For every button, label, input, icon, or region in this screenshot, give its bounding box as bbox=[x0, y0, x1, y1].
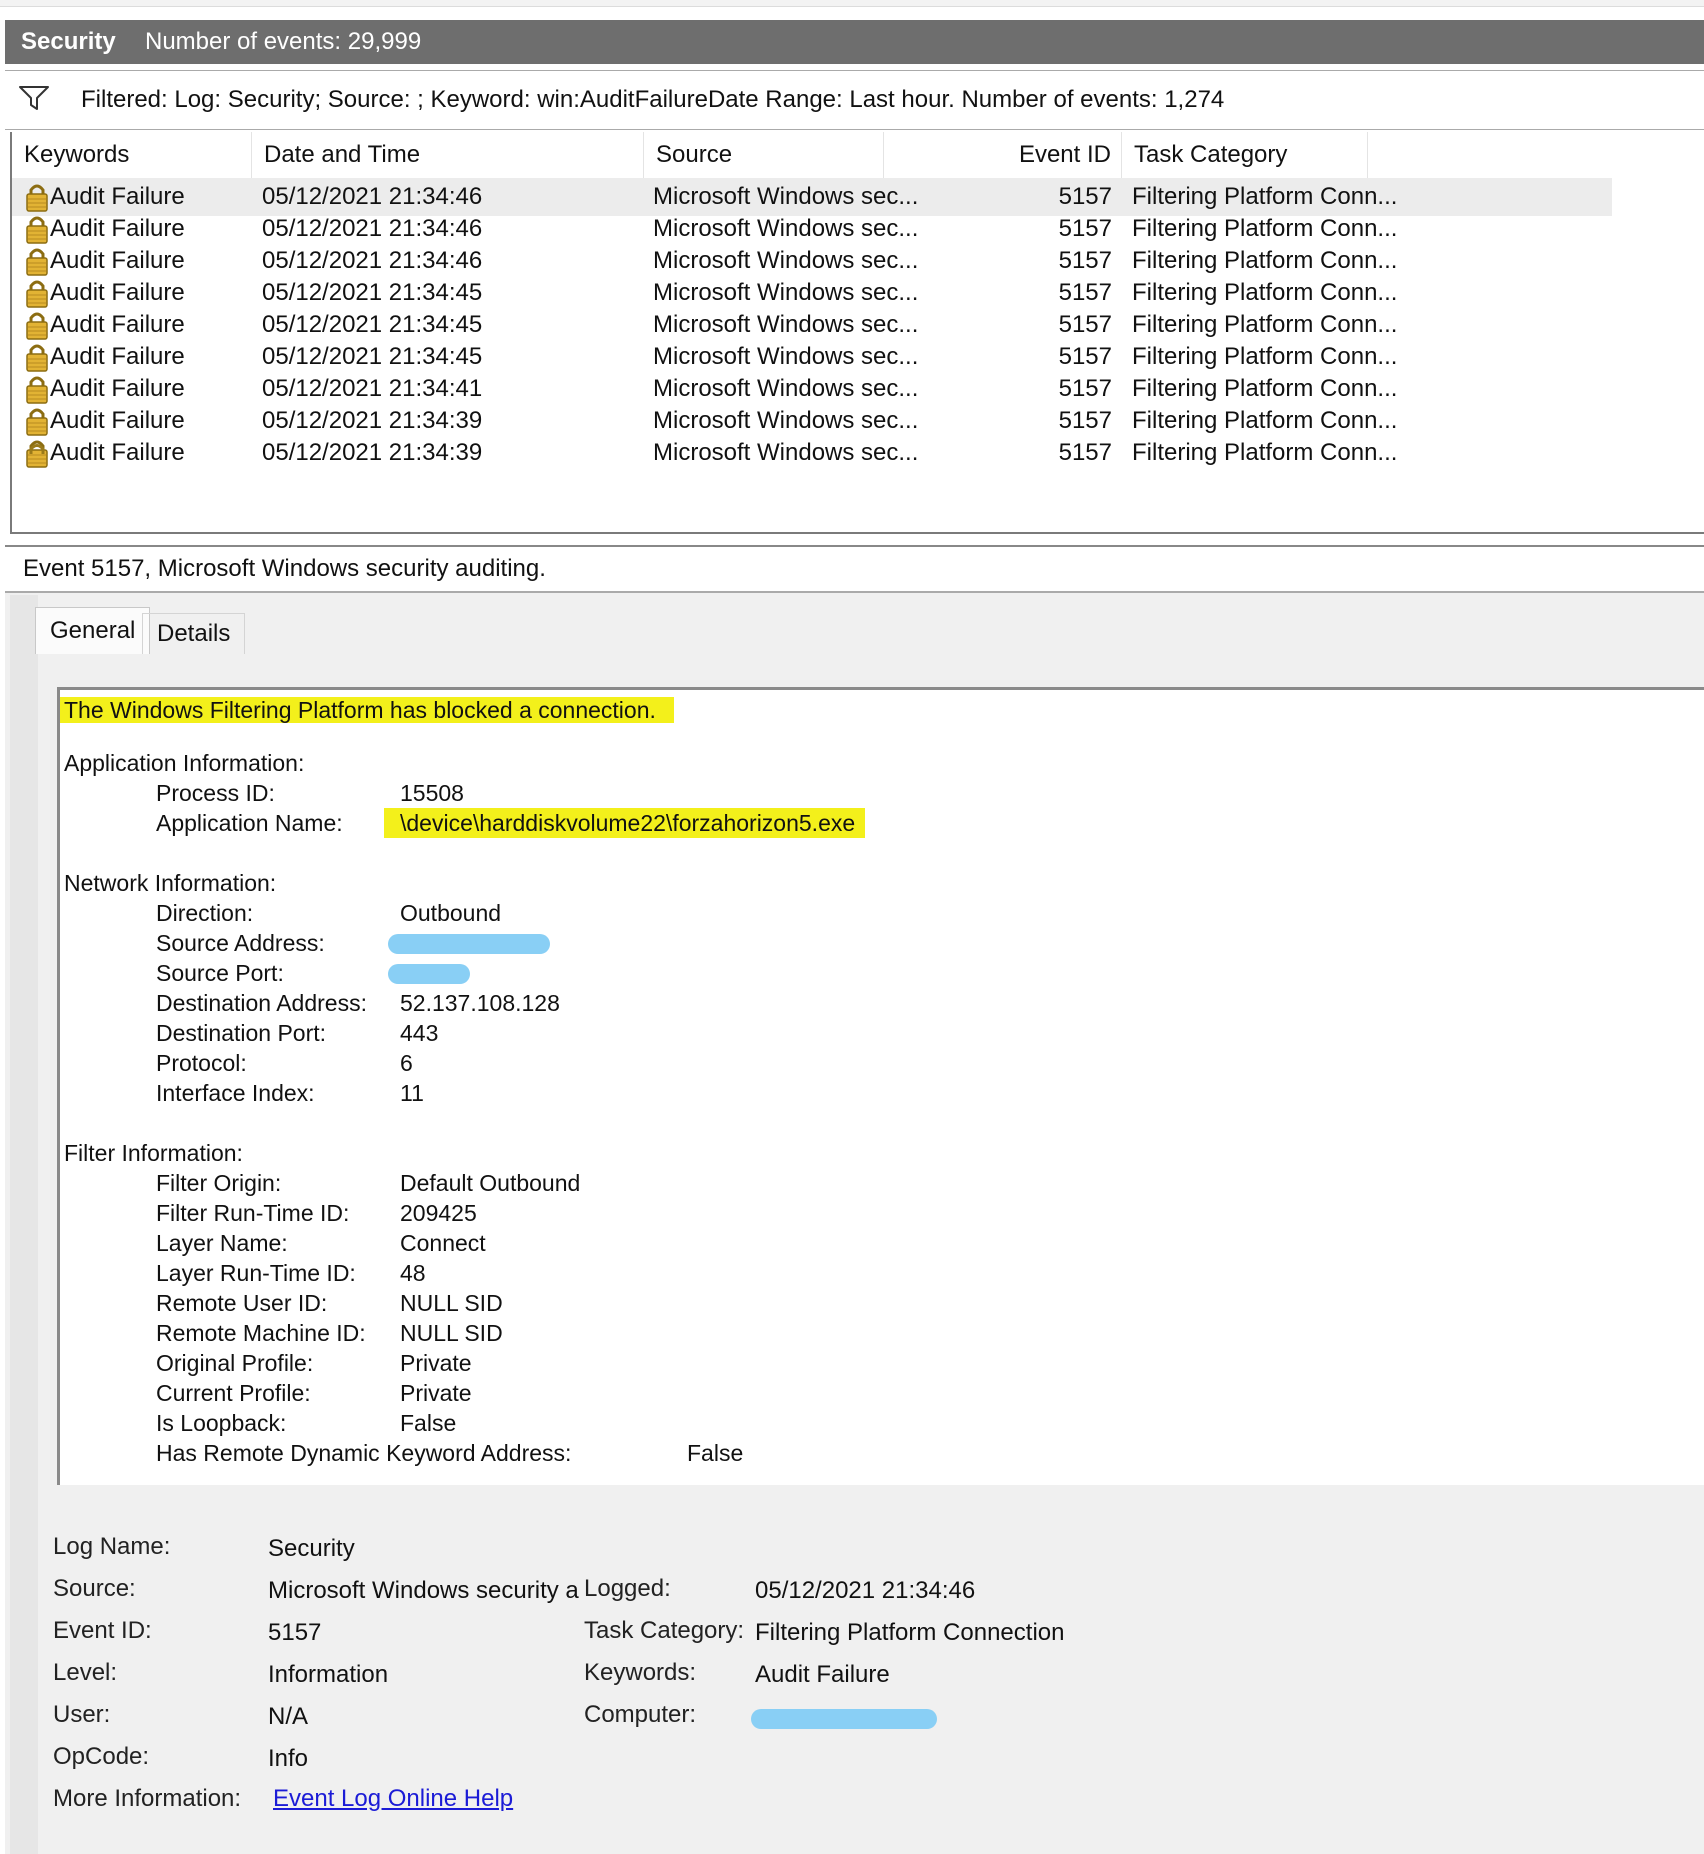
event-title: Event 5157, Microsoft Windows security a… bbox=[23, 555, 546, 582]
meta-label-computer: Computer: bbox=[584, 1701, 697, 1728]
meta-label-task-category: Task Category: bbox=[584, 1617, 745, 1644]
meta-value-logged: 05/12/2021 21:34:46 bbox=[755, 1577, 976, 1604]
field-label-remote-machine-id: Remote Machine ID: bbox=[156, 1320, 366, 1346]
meta-label-log-name: Log Name: bbox=[53, 1533, 171, 1560]
filter-description: Filtered: Log: Security; Source: ; Keywo… bbox=[81, 86, 1225, 113]
redacted-computer bbox=[751, 1709, 937, 1729]
field-value-current-profile: Private bbox=[400, 1380, 472, 1406]
field-label-has-remote-dynamic-keyword-address: Has Remote Dynamic Keyword Address: bbox=[156, 1440, 572, 1466]
lock-icon bbox=[26, 248, 48, 276]
field-label-process-id: Process ID: bbox=[156, 780, 275, 806]
field-label-filter-origin: Filter Origin: bbox=[156, 1170, 282, 1196]
field-label-original-profile: Original Profile: bbox=[156, 1350, 314, 1376]
meta-label-event-id: Event ID: bbox=[53, 1617, 152, 1644]
field-value-application-name: \device\harddiskvolume22\forzahorizon5.e… bbox=[384, 808, 866, 838]
field-label-destination-address: Destination Address: bbox=[156, 990, 367, 1016]
column-header-keywords[interactable]: Keywords bbox=[12, 132, 252, 178]
log-name: Security bbox=[21, 28, 116, 55]
filter-info-heading: Filter Information: bbox=[64, 1140, 243, 1166]
filter-bar: Filtered: Log: Security; Source: ; Keywo… bbox=[5, 70, 1704, 130]
field-value-interface-index: 11 bbox=[400, 1080, 424, 1106]
window-top-edge bbox=[0, 0, 1704, 7]
meta-label-opcode: OpCode: bbox=[53, 1743, 150, 1770]
meta-label-more-information: More Information: bbox=[53, 1785, 242, 1812]
field-value-layer-name: Connect bbox=[400, 1230, 486, 1256]
meta-value-opcode: Info bbox=[268, 1745, 309, 1772]
event-title-bar: Event 5157, Microsoft Windows security a… bbox=[5, 547, 1704, 593]
lock-icon bbox=[26, 376, 48, 404]
row-event-id: 5157 bbox=[1058, 439, 1112, 466]
meta-label-keywords: Keywords: bbox=[584, 1659, 697, 1686]
field-value-filter-origin: Default Outbound bbox=[400, 1170, 581, 1196]
meta-value-task-category: Filtering Platform Connection bbox=[755, 1619, 1065, 1646]
field-label-filter-run-time-id: Filter Run-Time ID: bbox=[156, 1200, 350, 1226]
field-value-layer-run-time-id: 48 bbox=[400, 1260, 426, 1286]
event-list[interactable]: Keywords Date and Time Source Event ID T… bbox=[10, 132, 1704, 534]
row-source: Microsoft Windows sec... bbox=[653, 439, 919, 466]
field-label-layer-name: Layer Name: bbox=[156, 1230, 288, 1256]
field-value-remote-machine-id: NULL SID bbox=[400, 1320, 503, 1346]
event-preview-pane: Event 5157, Microsoft Windows security a… bbox=[5, 545, 1704, 1854]
field-value-process-id: 15508 bbox=[400, 780, 464, 806]
lock-icon bbox=[26, 408, 48, 436]
application-info-heading: Application Information: bbox=[64, 750, 305, 776]
meta-value-keywords: Audit Failure bbox=[755, 1661, 890, 1688]
tab-general[interactable]: General bbox=[35, 607, 151, 654]
field-value-destination-port: 443 bbox=[400, 1020, 439, 1046]
redacted-source-port bbox=[388, 964, 470, 984]
meta-label-user: User: bbox=[53, 1701, 111, 1728]
column-header-source[interactable]: Source bbox=[644, 132, 884, 178]
meta-value-user: N/A bbox=[268, 1703, 309, 1730]
column-header-event-id[interactable]: Event ID bbox=[884, 132, 1122, 178]
row-keyword: Audit Failure bbox=[50, 439, 185, 466]
field-value-destination-address: 52.137.108.128 bbox=[400, 990, 560, 1016]
lock-icon bbox=[26, 344, 48, 372]
meta-value-log-name: Security bbox=[268, 1535, 355, 1562]
field-label-is-loopback: Is Loopback: bbox=[156, 1410, 287, 1436]
field-label-interface-index: Interface Index: bbox=[156, 1080, 315, 1106]
field-label-source-port: Source Port: bbox=[156, 960, 284, 986]
field-value-direction: Outbound bbox=[400, 900, 502, 926]
meta-label-logged: Logged: bbox=[584, 1575, 671, 1602]
field-label-source-address: Source Address: bbox=[156, 930, 325, 956]
field-label-current-profile: Current Profile: bbox=[156, 1380, 311, 1406]
meta-value-source: Microsoft Windows security a bbox=[268, 1577, 579, 1604]
lock-icon bbox=[26, 184, 48, 212]
meta-label-source: Source: bbox=[53, 1575, 136, 1602]
funnel-icon bbox=[19, 86, 49, 110]
lock-icon bbox=[26, 312, 48, 340]
meta-label-level: Level: bbox=[53, 1659, 118, 1686]
lock-icon bbox=[26, 280, 48, 308]
lock-icon bbox=[26, 216, 48, 244]
tab-details[interactable]: Details bbox=[142, 613, 246, 654]
row-date-time: 05/12/2021 21:34:39 bbox=[262, 439, 483, 466]
row-task-category: Filtering Platform Conn... bbox=[1132, 439, 1398, 466]
field-label-remote-user-id: Remote User ID: bbox=[156, 1290, 328, 1316]
field-label-protocol: Protocol: bbox=[156, 1050, 247, 1076]
headline: The Windows Filtering Platform has block… bbox=[60, 697, 674, 723]
column-header-task-category[interactable]: Task Category bbox=[1122, 132, 1368, 178]
field-value-original-profile: Private bbox=[400, 1350, 472, 1376]
meta-value-event-id: 5157 bbox=[268, 1619, 322, 1646]
field-value-is-loopback: False bbox=[400, 1410, 457, 1436]
field-value-has-remote-dynamic-keyword-address: False bbox=[687, 1440, 744, 1466]
field-value-filter-run-time-id: 209425 bbox=[400, 1200, 477, 1226]
event-log-online-help-link[interactable]: Event Log Online Help bbox=[273, 1785, 513, 1813]
field-label-layer-run-time-id: Layer Run-Time ID: bbox=[156, 1260, 356, 1286]
event-description: The Windows Filtering Platform has block… bbox=[57, 687, 1704, 1485]
event-count: Number of events: 29,999 bbox=[145, 28, 422, 55]
column-header-date-time[interactable]: Date and Time bbox=[252, 132, 644, 178]
pane-left-margin bbox=[10, 595, 38, 1854]
log-header: Security Number of events: 29,999 bbox=[5, 20, 1704, 64]
event-row[interactable]: Audit Failure 05/12/2021 21:34:39 Microsof… bbox=[12, 434, 1612, 472]
field-label-direction: Direction: bbox=[156, 900, 254, 926]
field-label-destination-port: Destination Port: bbox=[156, 1020, 327, 1046]
field-value-protocol: 6 bbox=[400, 1050, 413, 1076]
field-value-remote-user-id: NULL SID bbox=[400, 1290, 503, 1316]
network-info-heading: Network Information: bbox=[64, 870, 277, 896]
meta-value-level: Information bbox=[268, 1661, 389, 1688]
redacted-source-address bbox=[388, 934, 550, 954]
field-label-application-name: Application Name: bbox=[156, 810, 343, 836]
lock-icon bbox=[29, 444, 45, 454]
